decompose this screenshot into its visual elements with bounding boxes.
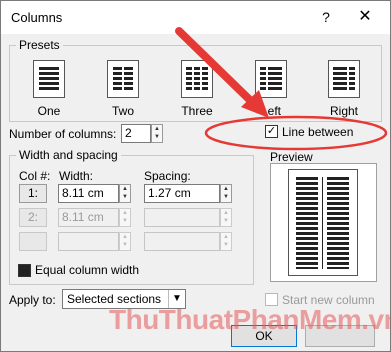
annotation-overlay <box>175 27 388 151</box>
highlight-ellipse <box>204 115 388 151</box>
columns-dialog: Columns ? ✕ Presets One Two Three Left R… <box>0 0 391 352</box>
red-arrow-icon <box>175 27 269 118</box>
